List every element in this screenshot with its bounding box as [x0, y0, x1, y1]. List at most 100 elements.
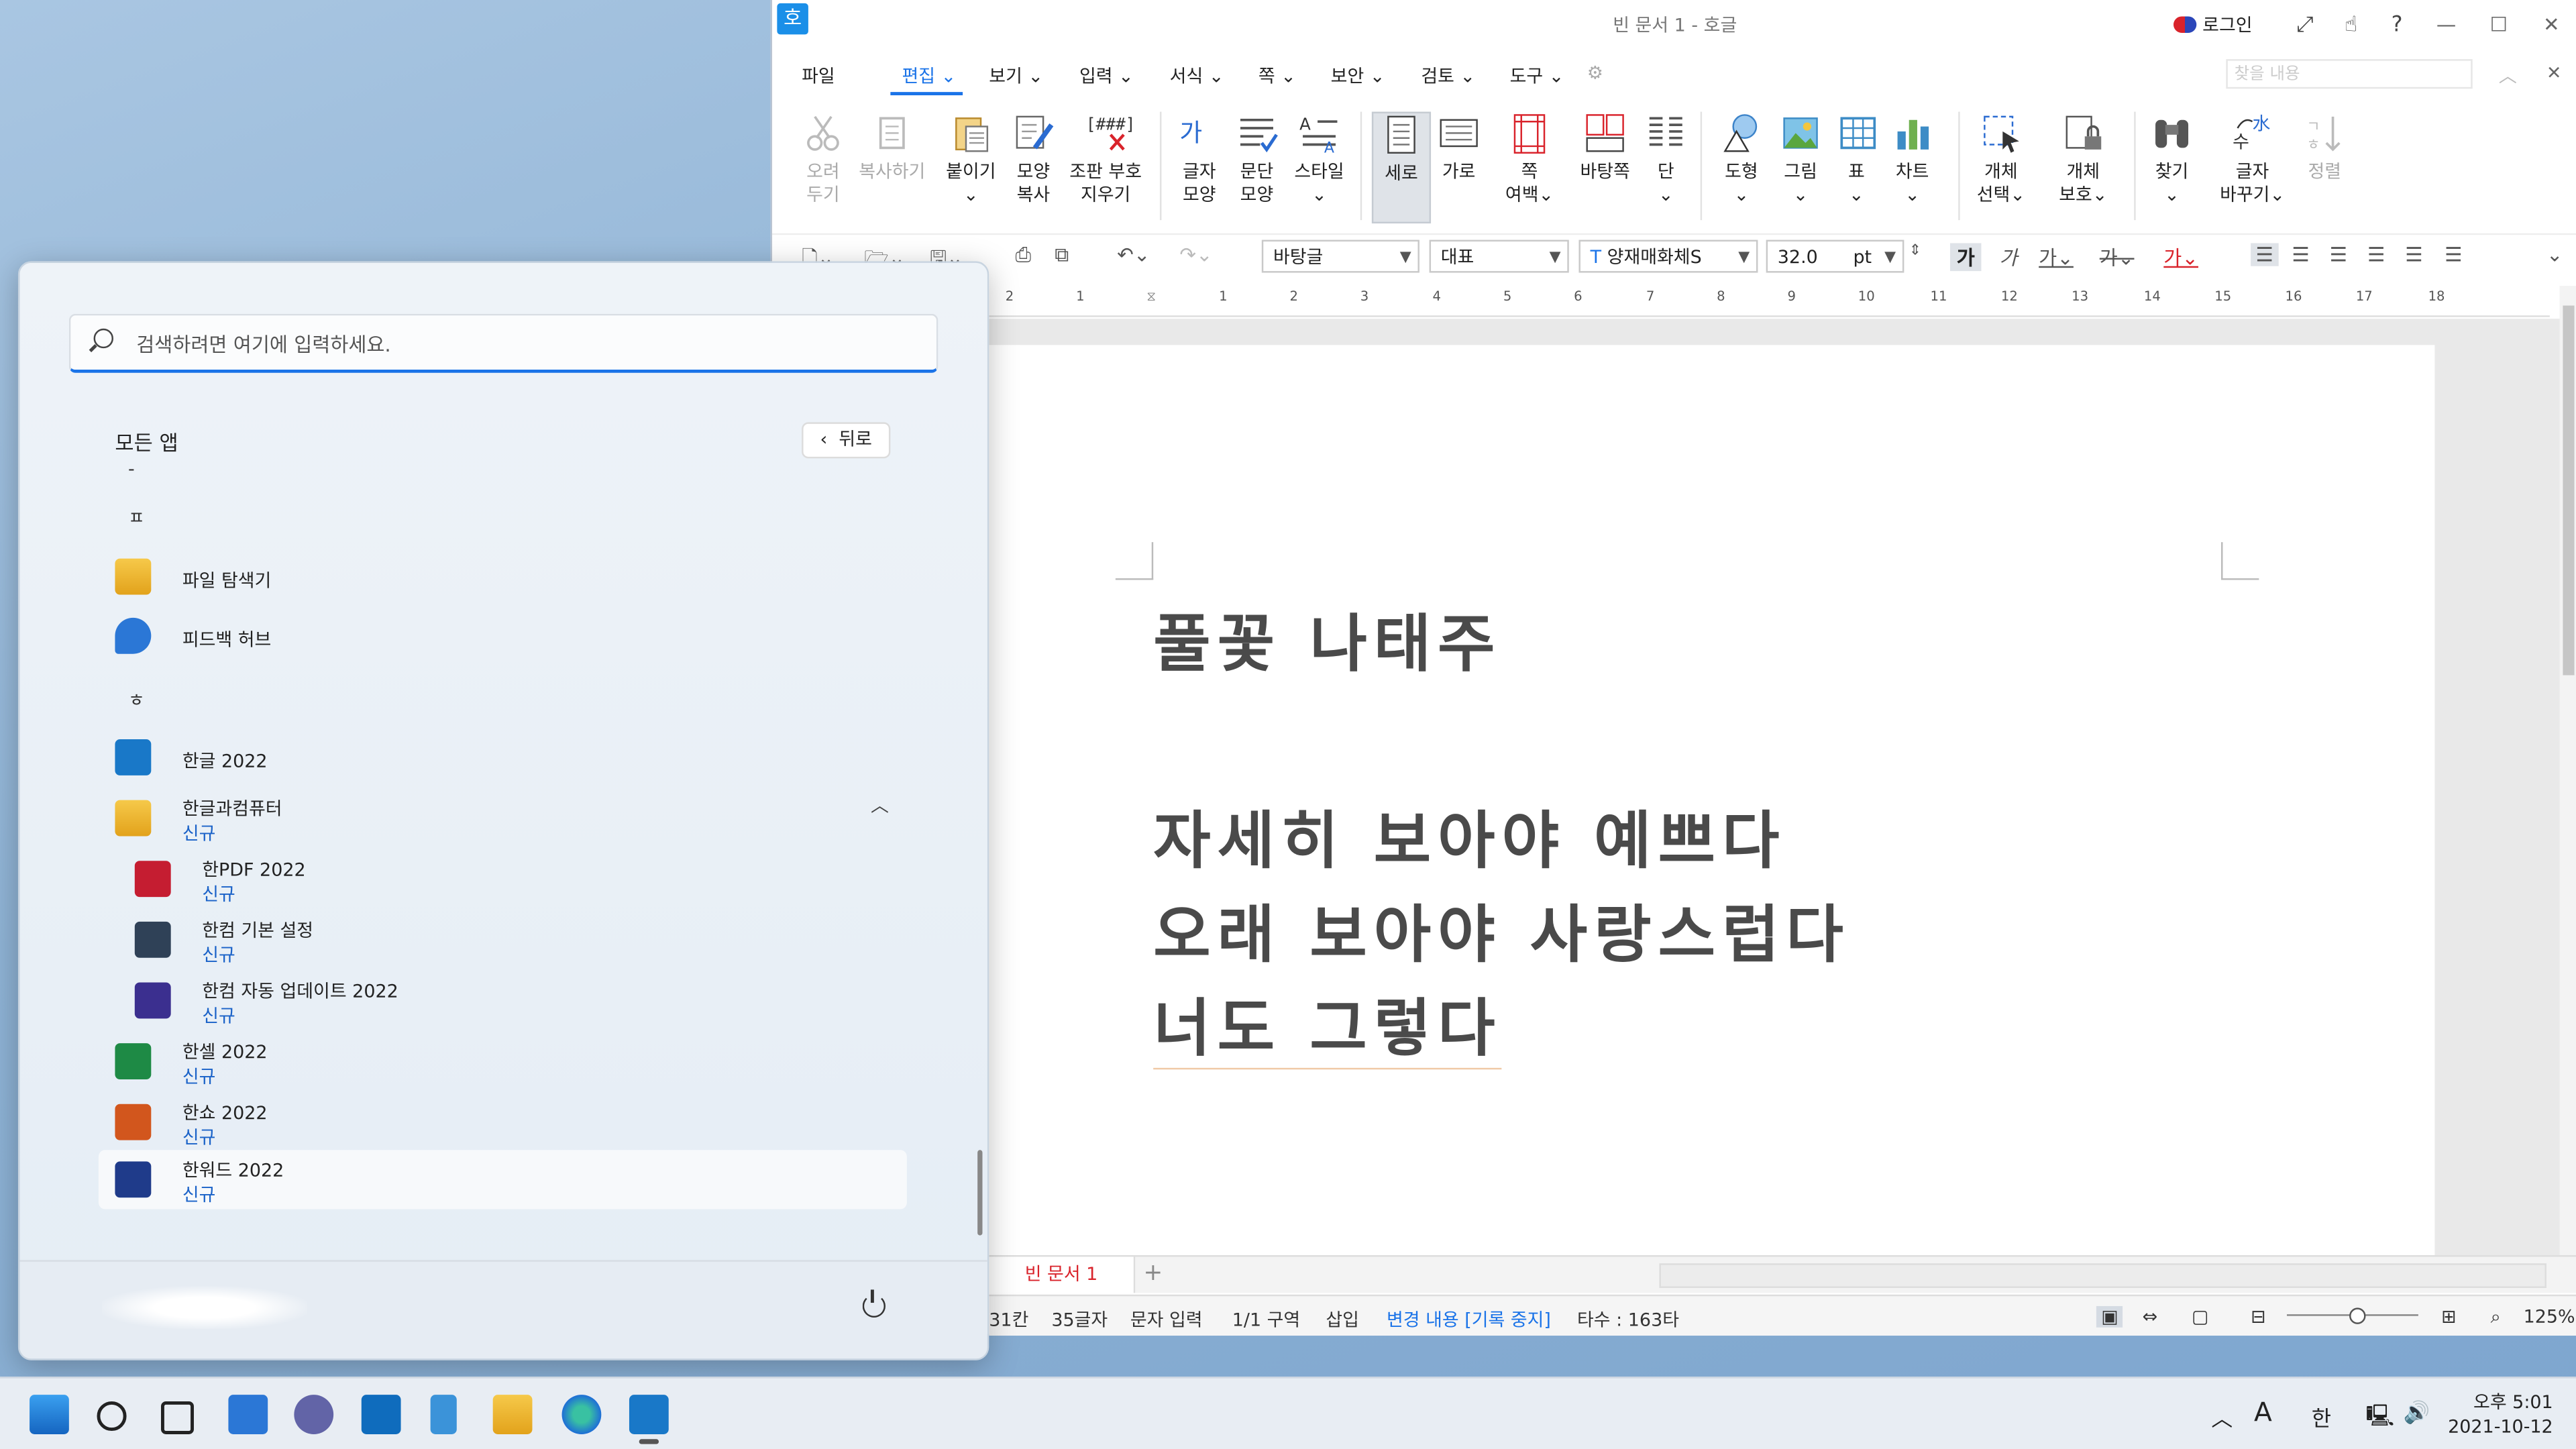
start-button[interactable] — [30, 1395, 69, 1434]
char-shape-button[interactable]: 가 글자 모양 — [1176, 112, 1222, 207]
app-list-scrollbar[interactable] — [977, 1150, 983, 1236]
indent-marker-icon[interactable]: ⧖ — [1146, 289, 1156, 305]
zoom-in-icon[interactable]: ⊞ — [2441, 1306, 2457, 1328]
distribute-icon[interactable]: ☰ — [2405, 243, 2422, 266]
ribbon-collapse-icon[interactable]: ︿ — [2499, 62, 2517, 89]
volume-icon[interactable]: 🔊 — [2404, 1401, 2430, 1426]
chart-button[interactable]: 차트 ⌄ — [1889, 112, 1935, 207]
font-size-input[interactable]: 32.0 pt ▼ — [1766, 239, 1904, 273]
clock[interactable]: 오후 5:01 2021-10-12 — [2448, 1390, 2553, 1439]
add-tab-icon[interactable]: + — [1143, 1260, 1163, 1286]
letter-header[interactable]: ㅎ — [128, 687, 145, 713]
app-hanword-2022[interactable]: 한워드 2022 신규 — [98, 1150, 907, 1210]
menu-page[interactable]: 쪽 ⌄ — [1258, 62, 1296, 89]
redo-icon[interactable]: ↷⌄ — [1179, 243, 1212, 266]
app-hangul-2022[interactable]: 한글 2022 — [99, 728, 907, 787]
hangul-taskbar-icon[interactable] — [629, 1395, 669, 1434]
status-track-changes[interactable]: 변경 내용 [기록 중지] — [1387, 1306, 1551, 1332]
font-select[interactable]: T 양재매화체S ▼ — [1578, 239, 1758, 273]
justify-icon[interactable]: ☰ — [2251, 243, 2279, 266]
letter-header[interactable]: ㅍ — [128, 504, 145, 531]
zoom-slider-thumb[interactable] — [2349, 1307, 2366, 1324]
status-input-mode[interactable]: 문자 입력 — [1130, 1306, 1203, 1332]
zoom-search-icon[interactable]: ⌕ — [2491, 1306, 2501, 1329]
app-folder-hancom[interactable]: 한글과컴퓨터 신규 ︿ — [99, 789, 907, 848]
language-select[interactable]: 대표 ▼ — [1429, 239, 1569, 273]
align-center-icon[interactable]: ☰ — [2330, 243, 2347, 266]
app-hancom-settings[interactable]: 한컴 기본 설정 신규 — [99, 910, 907, 969]
menu-review[interactable]: 검토 ⌄ — [1421, 62, 1475, 89]
widgets-icon[interactable] — [228, 1395, 268, 1434]
chevron-up-icon[interactable]: ︿ — [871, 792, 889, 818]
app-hancom-update[interactable]: 한컴 자동 업데이트 2022 신규 — [99, 971, 907, 1030]
edge-icon[interactable] — [561, 1395, 602, 1434]
protect-object-button[interactable]: 개체 보호⌄ — [2057, 112, 2109, 207]
page-margin-button[interactable]: 쪽 여백⌄ — [1500, 112, 1559, 207]
underline-icon[interactable]: 가⌄ — [2039, 243, 2074, 271]
print-preview-icon[interactable]: ⧉ — [1055, 243, 1069, 268]
app-feedback-hub[interactable]: 피드백 허브 — [99, 606, 907, 665]
menu-security[interactable]: 보안 ⌄ — [1331, 62, 1385, 89]
menu-insert[interactable]: 입력 ⌄ — [1079, 62, 1134, 89]
login-button[interactable]: 로그인 — [2173, 11, 2253, 38]
normal-view-icon[interactable]: ▣ — [2096, 1305, 2124, 1328]
document-page[interactable]: 풀꽃 나태주 자세히 보아야 예쁘다 오래 보아야 사랑스럽다 너도 그렇다 — [989, 345, 2435, 1265]
size-stepper-icon[interactable]: ⇕ — [1909, 243, 1921, 259]
ime-language[interactable]: 한 — [2312, 1401, 2331, 1433]
back-button[interactable]: ‹ 뒤로 — [802, 422, 891, 459]
undo-icon[interactable]: ↶⌄ — [1117, 243, 1150, 266]
picture-button[interactable]: 그림 ⌄ — [1778, 112, 1824, 207]
clear-markup-button[interactable]: [###] 조판 부호 지우기 — [1065, 112, 1146, 207]
sort-button[interactable]: ㄱㅎ 정렬 — [2303, 112, 2346, 184]
search-icon[interactable] — [97, 1401, 127, 1432]
maximize-button[interactable]: ☐ — [2473, 13, 2525, 36]
app-file-explorer[interactable]: 파일 탐색기 — [99, 547, 907, 606]
expand-icon[interactable]: ⤢ — [2282, 12, 2328, 37]
status-insert[interactable]: 삽입 — [1326, 1306, 1359, 1332]
app-hancell-2022[interactable]: 한셀 2022 신규 — [99, 1032, 907, 1091]
chevron-up-icon[interactable]: ︿ — [2211, 1401, 2233, 1433]
menu-file[interactable]: 파일 — [802, 62, 835, 89]
app-hanshow-2022[interactable]: 한쇼 2022 신규 — [99, 1093, 907, 1152]
menu-view[interactable]: 보기 ⌄ — [989, 62, 1043, 89]
find-button[interactable]: 찾기 ⌄ — [2149, 112, 2195, 207]
vertical-scrollbar[interactable] — [2559, 286, 2576, 1256]
style-select[interactable]: 바탕글 ▼ — [1261, 239, 1419, 273]
extension-icon[interactable]: ⚙ — [1587, 62, 1603, 84]
para-shape-button[interactable]: 문단 모양 — [1234, 112, 1280, 207]
tab-document-1[interactable]: 빈 문서 1 — [989, 1256, 1136, 1293]
bold-icon[interactable]: 가 — [1949, 243, 1982, 272]
split-icon[interactable]: ☰ — [2445, 243, 2462, 266]
copy-button[interactable]: 복사하기 — [854, 112, 930, 184]
paste-button[interactable]: 붙이기 ⌄ — [938, 112, 1004, 207]
convert-chars-button[interactable]: 수水 글자 바꾸기⌄ — [2220, 112, 2286, 207]
landscape-button[interactable]: 가로 — [1434, 112, 1483, 184]
minimize-button[interactable]: — — [2420, 13, 2472, 36]
menu-format[interactable]: 서식 ⌄ — [1170, 62, 1224, 89]
menu-tools[interactable]: 도구 ⌄ — [1510, 62, 1564, 89]
task-view-icon[interactable] — [161, 1401, 194, 1434]
close-button[interactable]: ✕ — [2525, 13, 2576, 36]
outlook-icon[interactable] — [361, 1395, 401, 1434]
letter-header[interactable]: - — [128, 458, 135, 480]
network-icon[interactable]: 🖳 — [2366, 1401, 2394, 1438]
scrollbar-thumb[interactable] — [2563, 305, 2575, 676]
menu-edit[interactable]: 편집 ⌄ — [902, 62, 956, 89]
master-page-button[interactable]: 바탕쪽 — [1576, 112, 1635, 184]
width-view-icon[interactable]: ⇔ — [2142, 1306, 2157, 1328]
file-explorer-icon[interactable] — [492, 1395, 533, 1434]
align-left-icon[interactable]: ☰ — [2292, 243, 2309, 266]
help-icon[interactable]: ? — [2374, 12, 2420, 37]
document-close-icon[interactable]: ✕ — [2546, 62, 2562, 84]
portrait-button[interactable]: 세로 — [1371, 111, 1432, 224]
page-view-icon[interactable]: ▢ — [2192, 1306, 2208, 1328]
align-right-icon[interactable]: ☰ — [2367, 243, 2385, 266]
font-color-icon[interactable]: 가⌄ — [2163, 243, 2198, 271]
select-object-button[interactable]: 개체 선택⌄ — [1975, 112, 2027, 207]
user-account-button[interactable] — [101, 1286, 307, 1330]
notepad-icon[interactable] — [430, 1395, 457, 1434]
find-input[interactable]: 찾을 내용 — [2226, 59, 2473, 89]
teams-chat-icon[interactable] — [294, 1395, 334, 1434]
zoom-value[interactable]: 125% — [2524, 1306, 2575, 1328]
zoom-out-icon[interactable]: ⊟ — [2251, 1306, 2266, 1328]
